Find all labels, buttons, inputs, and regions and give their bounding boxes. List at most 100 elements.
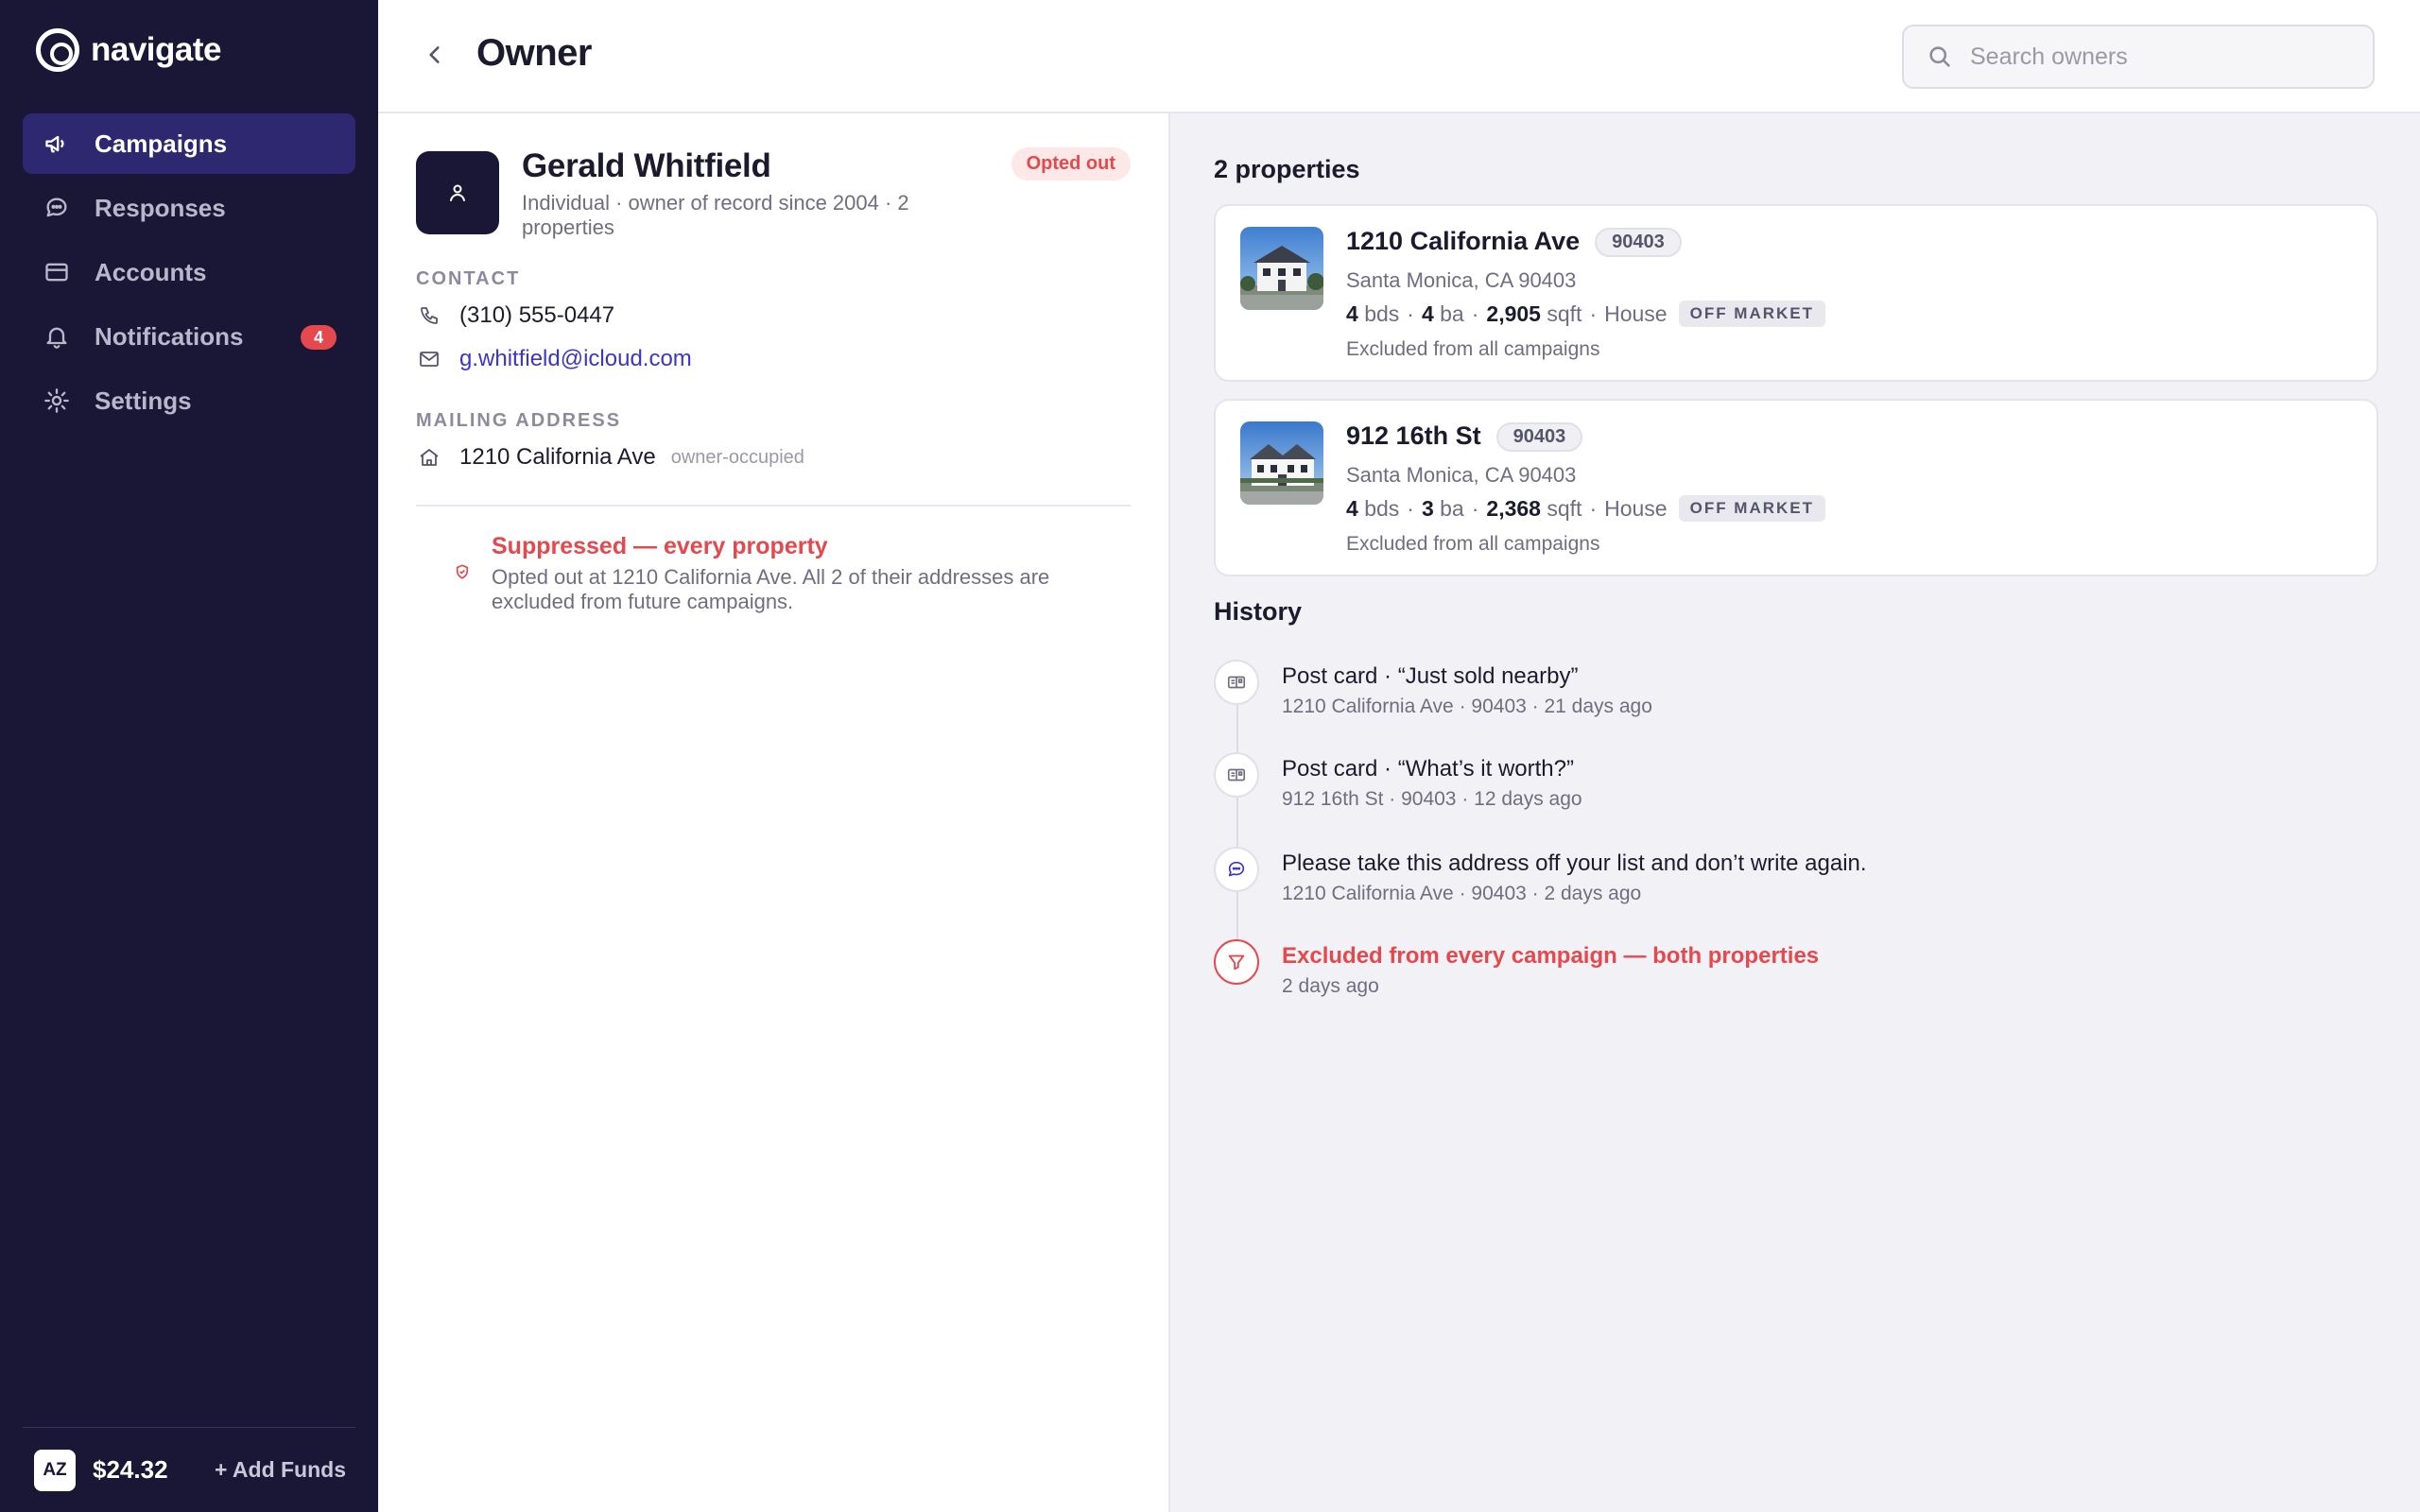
page-header: Owner: [378, 0, 2420, 113]
baths-value: 4: [1421, 301, 1434, 326]
search-box[interactable]: [1902, 25, 2375, 89]
nav-item-accounts[interactable]: Accounts: [23, 242, 355, 302]
beds-unit: bds: [1364, 301, 1400, 326]
account-balance: $24.32: [93, 1455, 168, 1484]
gear-icon: [43, 387, 70, 414]
sqft-value: 2,905: [1486, 301, 1541, 326]
property-stats: 4 bds · 3 ba · 2,368 sqft · House OFF MA…: [1346, 495, 1826, 522]
properties-history-panel: 2 properties 1210 California Ave 90403 Sa…: [1172, 113, 2420, 1512]
add-funds-label: Add Funds: [232, 1457, 346, 1482]
add-funds-button[interactable]: + Add Funds: [215, 1457, 346, 1483]
chevron-left-icon: [429, 46, 440, 63]
property-city: Santa Monica, CA 90403: [1346, 268, 1577, 292]
timeline-line: [1236, 684, 1238, 968]
email-row: g.whitfield@icloud.com: [416, 346, 692, 372]
sidebar-footer: AZ $24.32 + Add Funds: [23, 1427, 355, 1512]
owner-subtitle: Individual · owner of record since 2004 …: [522, 191, 909, 239]
owner-avatar: [416, 151, 499, 234]
beds-value: 4: [1346, 301, 1358, 326]
mailing-address: 1210 California Ave: [459, 444, 656, 470]
navigate-logo-icon: [36, 28, 79, 72]
baths-unit: ba: [1440, 301, 1464, 326]
contact-label: CONTACT: [416, 268, 521, 289]
history-item-title: Excluded from every campaign — both prop…: [1282, 943, 1820, 969]
phone-icon: [416, 302, 442, 329]
history-item-meta: 1210 California Ave · 90403 · 21 days ag…: [1282, 696, 1652, 717]
search-input[interactable]: [1970, 43, 2348, 71]
history-item-title: Post card · “Just sold nearby”: [1282, 663, 1579, 689]
mailing-address-label: MAILING ADDRESS: [416, 410, 622, 431]
shield-icon: [454, 563, 473, 582]
property-address-text: 912 16th St: [1346, 421, 1481, 450]
brand-name: navigate: [91, 31, 222, 68]
owner-details-panel: Gerald Whitfield Individual · owner of r…: [378, 113, 1170, 1512]
history-item-meta: 2 days ago: [1282, 975, 1379, 997]
nav-item-responses[interactable]: Responses: [23, 178, 355, 238]
nav-item-settings[interactable]: Settings: [23, 370, 355, 431]
opted-out-badge: Opted out: [1011, 147, 1131, 180]
history-item-title: Please take this address off your list a…: [1282, 850, 1867, 876]
email-link[interactable]: g.whitfield@icloud.com: [459, 346, 692, 372]
nav-label: Campaigns: [95, 129, 228, 158]
user-avatar[interactable]: AZ: [34, 1449, 76, 1491]
bell-icon: [43, 323, 70, 350]
history-item-meta: 1210 California Ave · 90403 · 2 days ago: [1282, 883, 1642, 904]
properties-title: 2 properties: [1214, 155, 1360, 183]
postcard-icon: [1214, 752, 1259, 798]
search-icon: [1929, 46, 1950, 67]
postcard-icon: [1214, 660, 1259, 705]
chat-bubble-icon: [1214, 847, 1259, 892]
property-type: House: [1604, 495, 1668, 521]
nav-label: Notifications: [95, 321, 244, 351]
main-nav: Campaigns Responses Accounts Notificatio…: [23, 113, 355, 435]
phone-number[interactable]: (310) 555-0447: [459, 302, 614, 329]
property-stats: 4 bds · 4 ba · 2,905 sqft · House OFF MA…: [1346, 301, 1826, 327]
owner-occupied-tag: owner-occupied: [670, 446, 804, 468]
off-market-badge: OFF MARKET: [1678, 495, 1826, 522]
zip-pill: 90403: [1595, 228, 1682, 258]
page-title: Owner: [476, 32, 592, 74]
card-icon: [43, 259, 70, 285]
house-photo: [1240, 421, 1323, 505]
brand[interactable]: navigate: [36, 28, 222, 72]
property-address-text: 1210 California Ave: [1346, 227, 1581, 255]
mailing-address-row: 1210 California Ave owner-occupied: [416, 444, 804, 471]
nav-label: Settings: [95, 386, 192, 415]
mail-icon: [416, 346, 442, 372]
property-note: Excluded from all campaigns: [1346, 338, 1600, 360]
house-photo: [1240, 227, 1323, 310]
sqft-value: 2,368: [1486, 495, 1541, 521]
nav-label: Accounts: [95, 257, 207, 286]
baths-unit: ba: [1440, 495, 1464, 521]
phone-row: (310) 555-0447: [416, 302, 614, 329]
property-address: 1210 California Ave 90403: [1346, 227, 1682, 258]
back-button[interactable]: [416, 36, 454, 74]
nav-label: Responses: [95, 193, 226, 222]
history-item-meta: 912 16th St · 90403 · 12 days ago: [1282, 788, 1582, 810]
owner-name: Gerald Whitfield: [522, 147, 771, 184]
property-note: Excluded from all campaigns: [1346, 533, 1600, 555]
nav-item-notifications[interactable]: Notifications 4: [23, 306, 355, 367]
filter-icon: [1214, 939, 1259, 985]
chat-bubble-icon: [43, 195, 70, 221]
home-icon: [416, 444, 442, 471]
person-icon: [450, 184, 465, 201]
plus-icon: +: [214, 1457, 233, 1482]
off-market-badge: OFF MARKET: [1678, 301, 1826, 327]
divider: [416, 505, 1131, 507]
property-city: Santa Monica, CA 90403: [1346, 463, 1577, 487]
nav-item-campaigns[interactable]: Campaigns: [23, 113, 355, 174]
history-title: History: [1214, 597, 1303, 626]
property-type: House: [1604, 301, 1668, 326]
suppression-title: Suppressed — every property: [492, 533, 828, 559]
sidebar: navigate Campaigns Responses Accounts No…: [0, 0, 378, 1512]
property-address: 912 16th St 90403: [1346, 421, 1583, 453]
baths-value: 3: [1421, 495, 1434, 521]
beds-value: 4: [1346, 495, 1358, 521]
property-card[interactable]: 1210 California Ave 90403 Santa Monica, C…: [1214, 204, 2378, 382]
suppression-text: Opted out at 1210 California Ave. All 2 …: [492, 565, 1050, 613]
property-card[interactable]: 912 16th St 90403 Santa Monica, CA 90403 …: [1214, 399, 2378, 576]
history-item-title: Post card · “What’s it worth?”: [1282, 756, 1574, 782]
sqft-unit: sqft: [1547, 495, 1582, 521]
sqft-unit: sqft: [1547, 301, 1582, 326]
